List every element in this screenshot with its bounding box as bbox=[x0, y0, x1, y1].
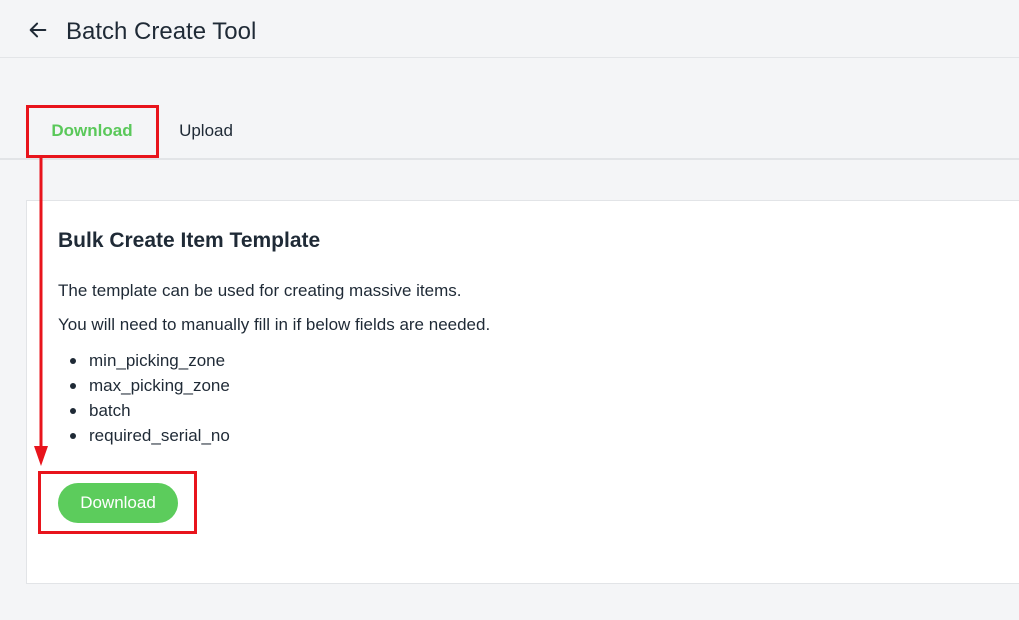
download-button[interactable]: Download bbox=[58, 483, 178, 523]
page-title: Batch Create Tool bbox=[66, 18, 257, 45]
list-item: batch bbox=[58, 398, 230, 423]
tab-download[interactable]: Download bbox=[26, 104, 158, 158]
tab-bar: Download Upload bbox=[0, 104, 1019, 160]
batch-create-tool-page: Batch Create Tool Download Upload Bulk C… bbox=[0, 0, 1019, 620]
list-item: min_picking_zone bbox=[58, 348, 230, 373]
manual-fields-note: You will need to manually fill in if bel… bbox=[58, 315, 491, 334]
field-list: min_picking_zone max_picking_zone batch … bbox=[58, 348, 230, 448]
tab-upload[interactable]: Upload bbox=[164, 104, 248, 158]
list-item: required_serial_no bbox=[58, 423, 230, 448]
card-title: Bulk Create Item Template bbox=[58, 229, 321, 252]
page-header: Batch Create Tool bbox=[0, 0, 1019, 58]
list-item: max_picking_zone bbox=[58, 373, 230, 398]
back-button[interactable] bbox=[24, 16, 52, 44]
template-card: Bulk Create Item Template The template c… bbox=[26, 200, 1019, 584]
template-description: The template can be used for creating ma… bbox=[58, 281, 462, 300]
arrow-left-icon bbox=[29, 22, 47, 38]
